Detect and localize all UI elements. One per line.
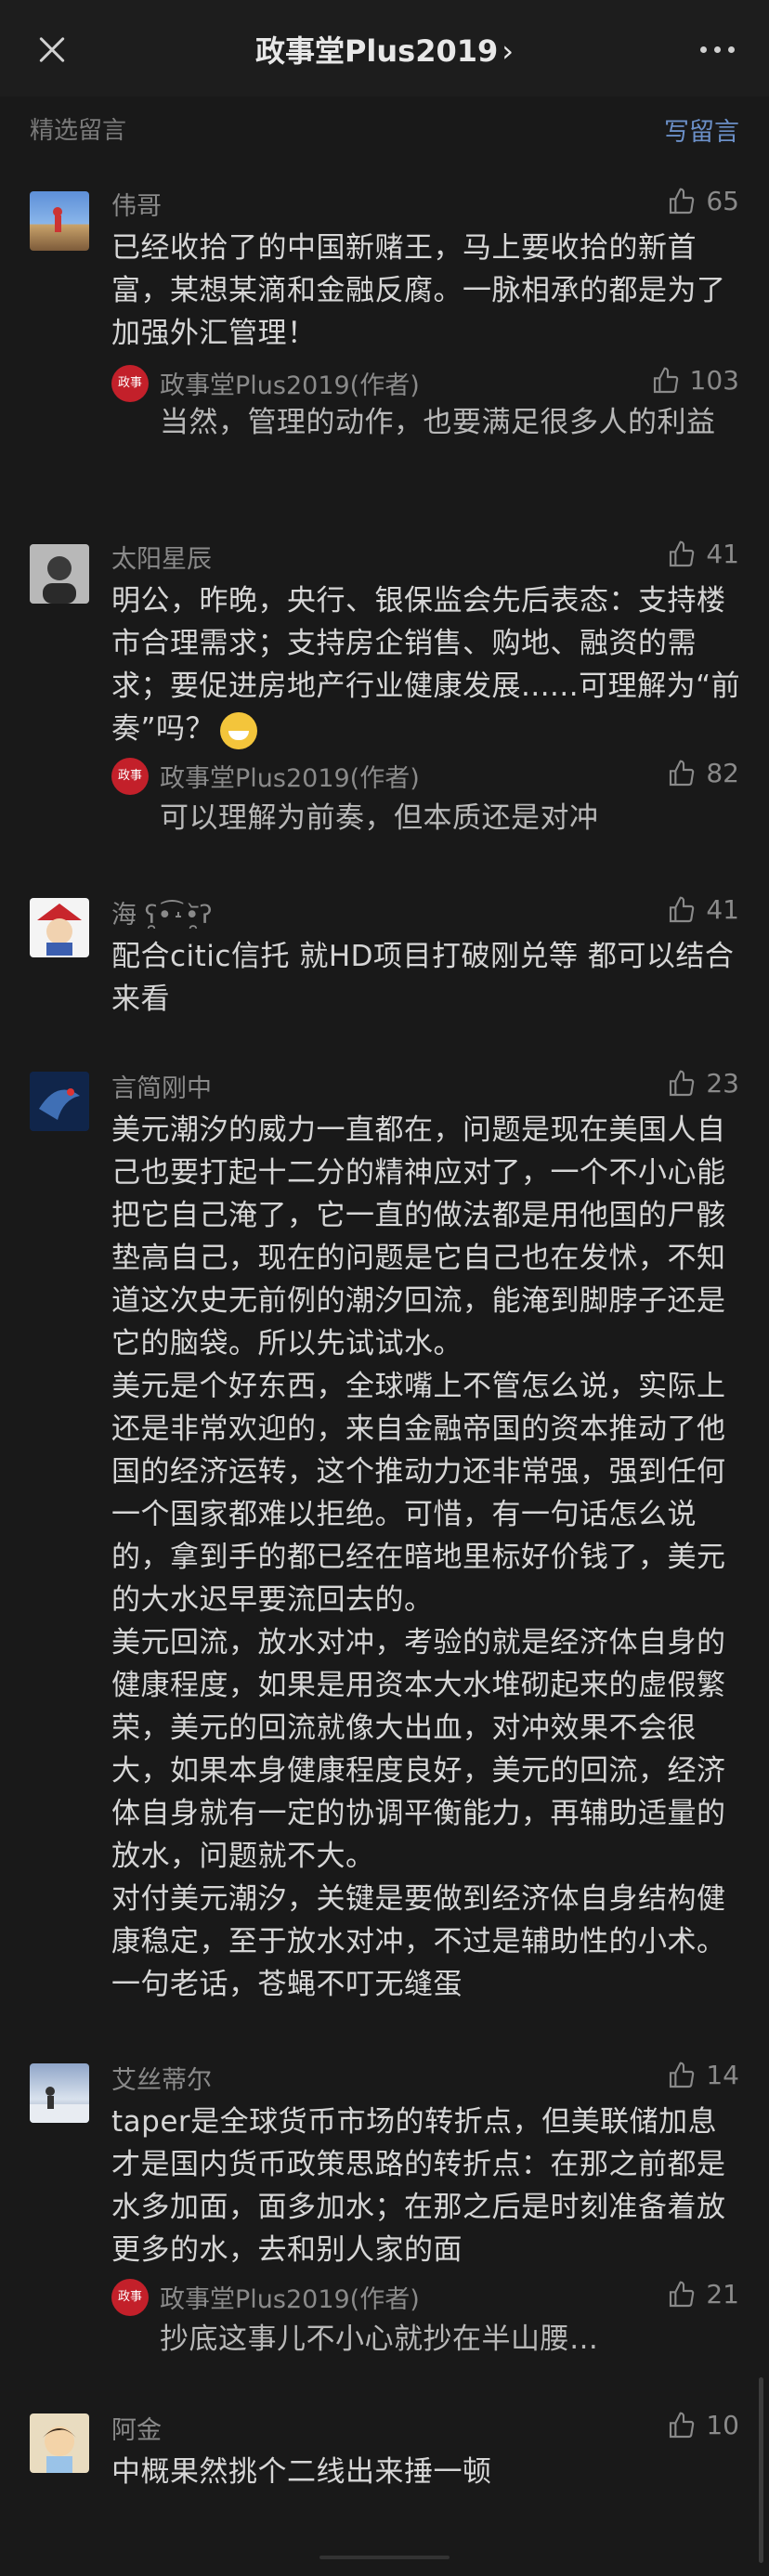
author-avatar: 政事 [111,758,149,795]
avatar[interactable] [30,2413,89,2473]
commenter-name: 阿金 [111,2416,162,2445]
write-comment-link[interactable]: 写留言 [664,111,739,148]
comment-text: taper是全球货币市场的转折点，但美联储加息才是国内货币政策思路的转折点：在那… [111,2105,726,2267]
thumbs-up-icon [670,1070,695,1096]
thumbs-up-icon [670,540,695,566]
section-title: 精选留言 [30,117,127,145]
commenter-name: 海 ʕ̯•͡˔•̯᷅ʔ [111,901,213,930]
page-title[interactable]: 政事堂Plus2019 › [0,28,769,71]
comment-text: 美元潮汐的威力一直都在，问题是现在美国人自己也要打起十二分的精神应对了，一个不小… [111,1113,726,2001]
thumbs-up-icon [670,188,695,214]
like-button[interactable]: 14 [667,2060,739,2090]
reply-text: 当然，管理的动作，也要满足很多人的利益 [160,406,716,439]
comment-item: 言简刚中 23 美元潮汐的威力一直都在，问题是现在美国人自己也要打起十二分的精神… [0,1068,769,2006]
like-button[interactable]: 41 [667,894,739,925]
comment-item: 太阳星辰 41 明公，昨晚，央行、银保监会先后表态：支持楼市合理需求；支持房企销… [0,539,769,854]
commenter-name: 言简刚中 [111,1074,212,1103]
like-button[interactable]: 41 [667,539,739,569]
comment-text: 已经收拾了的中国新赌王，马上要收拾的新首富，某想某滴和金融反腐。一脉相承的都是为… [111,231,726,350]
grin-emoji-icon [220,711,258,749]
reply-like-button[interactable]: 103 [651,365,739,396]
avatar[interactable] [30,191,89,251]
home-indicator [319,2556,450,2559]
thumbs-up-icon [670,760,695,786]
account-name[interactable]: 政事堂Plus2019 [255,33,498,69]
like-button[interactable]: 65 [667,186,739,216]
reply-text: 抄底这事儿不小心就抄在半山腰… [160,2322,599,2356]
top-bar: 政事堂Plus2019 › [0,0,769,97]
reply-author-name: 政事堂Plus2019(作者) [160,2285,420,2314]
comment-text: 中概果然挑个二线出来捶一顿 [111,2455,492,2489]
like-count: 65 [706,186,739,216]
comment-item: 艾丝蒂尔 14 taper是全球货币市场的转折点，但美联储加息才是国内货币政策思… [0,2060,769,2366]
author-avatar: 政事 [111,365,149,402]
section-header: 精选留言 写留言 [30,111,739,149]
like-count: 21 [706,2279,739,2309]
comment-item: 阿金 10 中概果然挑个二线出来捶一顿 [0,2410,769,2512]
commenter-name: 太阳星辰 [111,545,212,574]
reply-author-name: 政事堂Plus2019(作者) [160,764,420,793]
reply-text: 可以理解为前奏，但本质还是对冲 [160,801,599,835]
thumbs-up-icon [670,2412,695,2438]
reply-like-button[interactable]: 82 [667,758,739,788]
avatar[interactable] [30,544,89,604]
like-count: 41 [706,894,739,925]
thumbs-up-icon [653,367,678,393]
like-count: 23 [706,1068,739,1099]
comment-text: 明公，昨晚，央行、银保监会先后表态：支持楼市合理需求；支持房企销售、购地、融资的… [111,579,743,750]
comment-text-body: 明公，昨晚，央行、银保监会先后表态：支持楼市合理需求；支持房企销售、购地、融资的… [111,584,741,746]
author-avatar: 政事 [111,2279,149,2316]
commenter-name: 艾丝蒂尔 [111,2066,212,2095]
avatar[interactable] [30,2063,89,2123]
thumbs-up-icon [670,896,695,922]
like-count: 14 [706,2060,739,2090]
like-button[interactable]: 23 [667,1068,739,1099]
thumbs-up-icon [670,2281,695,2307]
scrollbar[interactable] [759,2377,763,2563]
chevron-right-icon[interactable]: › [502,33,514,69]
avatar[interactable] [30,898,89,957]
reply-author-name: 政事堂Plus2019(作者) [160,371,420,400]
like-count: 41 [706,539,739,569]
reply-like-button[interactable]: 21 [667,2279,739,2309]
avatar[interactable] [30,1072,89,1131]
like-count: 103 [689,365,739,396]
like-count: 10 [706,2410,739,2440]
comment-item: 海 ʕ̯•͡˔•̯᷅ʔ 41 配合citic信托 就HD项目打破刚兑等 都可以结… [0,894,769,1016]
thumbs-up-icon [670,2062,695,2088]
more-icon[interactable] [700,46,737,54]
like-button[interactable]: 10 [667,2410,739,2440]
comment-text: 配合citic信托 就HD项目打破刚兑等 都可以结合来看 [111,940,735,1016]
commenter-name: 伟哥 [111,192,162,221]
comment-item: 伟哥 65 已经收拾了的中国新赌王，马上要收拾的新首富，某想某滴和金融反腐。一脉… [0,186,769,501]
like-count: 82 [706,758,739,788]
